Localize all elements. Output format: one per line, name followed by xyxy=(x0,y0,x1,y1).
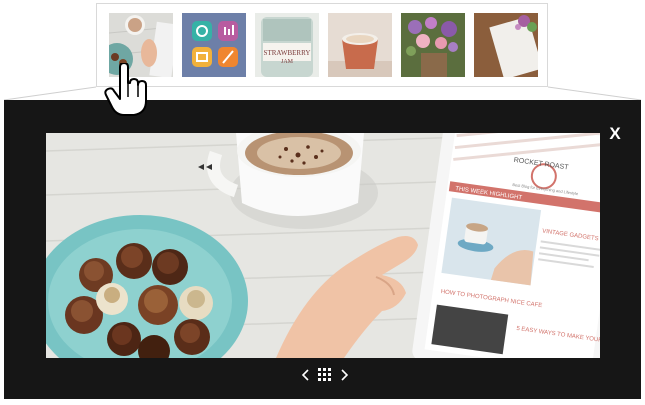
thumb-flowers[interactable] xyxy=(401,13,465,77)
grid-icon[interactable] xyxy=(317,366,333,384)
svg-text:STRAWBERRY: STRAWBERRY xyxy=(264,49,311,57)
lightbox-overlay: X ROCKET ROAST Best Blog for Everything … xyxy=(4,100,641,399)
hand-pointer-icon xyxy=(104,63,147,116)
thumb-coffee-cup[interactable] xyxy=(328,13,392,77)
thumb-notebook-flowers[interactable] xyxy=(474,13,538,77)
chevron-left-icon[interactable] xyxy=(297,366,313,384)
thumb-strawberry-jam-jar[interactable]: STRAWBERRY JAM xyxy=(255,13,319,77)
svg-text:JAM: JAM xyxy=(281,59,294,65)
thumbnail-strip: STRAWBERRY JAM xyxy=(96,3,548,87)
lightbox-controls xyxy=(297,365,353,385)
close-button[interactable]: X xyxy=(606,125,624,143)
chevron-right-icon[interactable] xyxy=(337,366,353,384)
lightbox-image: ROCKET ROAST Best Blog for Everything an… xyxy=(46,133,600,358)
thumb-app-icons[interactable] xyxy=(182,13,246,77)
